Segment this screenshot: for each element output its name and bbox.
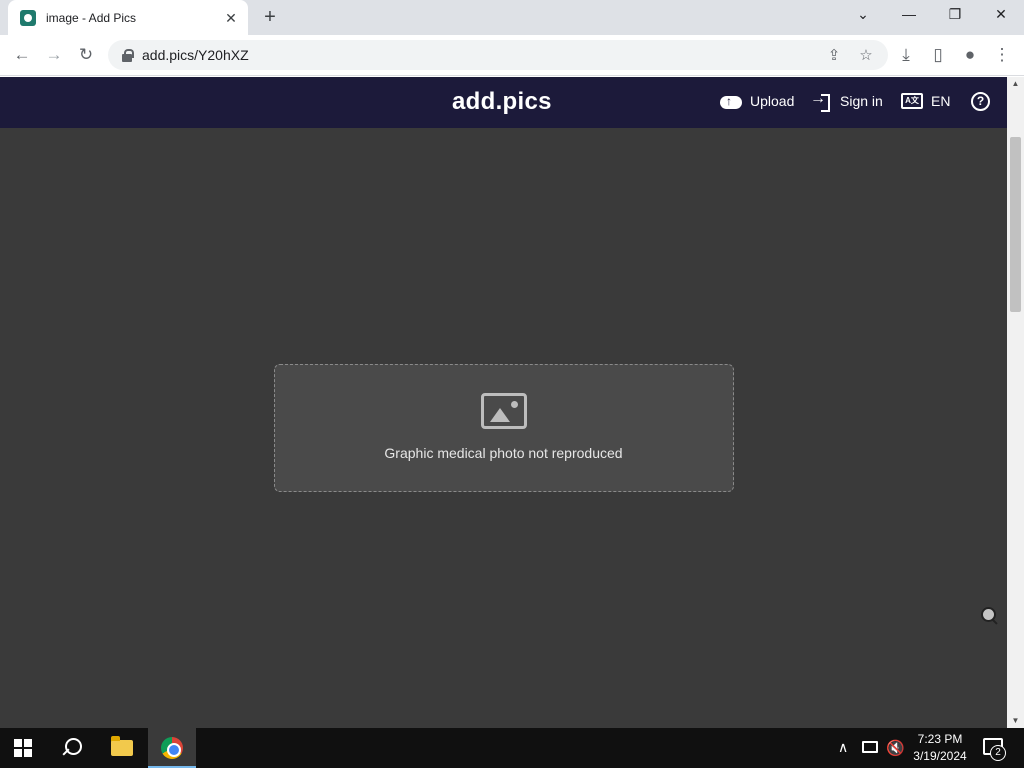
image-viewer: Graphic medical photo not reproduced xyxy=(0,128,1007,728)
profile-avatar-icon[interactable]: ● xyxy=(956,41,984,69)
close-window-button[interactable]: ✕ xyxy=(978,0,1024,30)
volume-muted-icon[interactable]: 🔇 xyxy=(886,739,905,768)
url-text[interactable]: add.pics/Y20hXZ xyxy=(142,47,249,63)
upload-button[interactable]: Upload xyxy=(720,93,794,109)
side-panel-icon[interactable]: ▯ xyxy=(924,41,952,69)
chrome-icon xyxy=(161,737,183,759)
browser-tab[interactable]: image - Add Pics ✕ xyxy=(8,0,248,35)
browser-toolbar: ← → ↻ add.pics/Y20hXZ ⇪ ☆ ⤓ ▯ ● ⋮ xyxy=(0,35,1024,76)
bookmark-star-icon[interactable]: ☆ xyxy=(856,46,876,66)
help-icon[interactable]: ? xyxy=(971,92,990,111)
site-logo[interactable]: add.pics xyxy=(452,88,552,116)
lock-icon[interactable] xyxy=(120,48,134,62)
reload-button[interactable]: ↻ xyxy=(72,41,100,69)
windows-start-icon[interactable] xyxy=(14,739,32,757)
language-selector[interactable]: A文 EN xyxy=(901,93,950,109)
search-icon[interactable] xyxy=(60,737,82,759)
download-icon[interactable]: ⤓ xyxy=(892,41,920,69)
scroll-down-icon[interactable]: ▼ xyxy=(1007,714,1024,728)
site-favicon-icon xyxy=(20,9,36,26)
system-clock[interactable]: 7:23 PM 3/19/2024 xyxy=(905,731,975,765)
chrome-taskbar-button[interactable] xyxy=(148,728,196,768)
tab-strip: image - Add Pics ✕ + ⌄ — ❐ ✕ xyxy=(0,0,1024,35)
scroll-up-icon[interactable]: ▲ xyxy=(1007,77,1024,91)
chrome-menu-icon[interactable]: ⋮ xyxy=(988,41,1016,69)
language-label: EN xyxy=(931,93,951,109)
file-explorer-icon[interactable] xyxy=(111,736,133,756)
site-header: add.pics Upload Sign in A文 EN ? xyxy=(0,77,1007,128)
image-icon xyxy=(480,393,527,429)
signin-icon xyxy=(810,90,832,112)
windows-taskbar: ∧ 🔇 7:23 PM 3/19/2024 2 xyxy=(0,728,1024,768)
placeholder-text: Graphic medical photo not reproduced xyxy=(384,445,623,461)
restore-button[interactable]: ❐ xyxy=(932,0,978,30)
share-icon[interactable]: ⇪ xyxy=(824,46,844,66)
signin-button[interactable]: Sign in xyxy=(810,90,883,112)
address-bar[interactable]: add.pics/Y20hXZ ⇪ ☆ xyxy=(108,40,888,70)
back-button[interactable]: ← xyxy=(8,41,36,69)
tab-close-button[interactable]: ✕ xyxy=(222,9,240,27)
scroll-thumb[interactable] xyxy=(1010,137,1021,312)
tab-title: image - Add Pics xyxy=(46,10,137,25)
network-icon[interactable] xyxy=(862,741,878,753)
minimize-button[interactable]: — xyxy=(886,0,932,30)
tray-overflow-icon[interactable]: ∧ xyxy=(838,739,848,768)
zoom-out-icon[interactable] xyxy=(980,606,1000,626)
signin-label: Sign in xyxy=(840,93,883,109)
clock-time: 7:23 PM xyxy=(917,732,963,746)
cloud-upload-icon xyxy=(720,93,742,109)
upload-label: Upload xyxy=(750,93,795,109)
language-icon: A文 xyxy=(901,93,923,109)
new-tab-button[interactable]: + xyxy=(258,6,282,30)
forward-button[interactable]: → xyxy=(40,41,68,69)
page-scrollbar[interactable]: ▲ ▼ xyxy=(1007,77,1024,728)
notification-count-badge: 2 xyxy=(990,745,1006,761)
tab-search-button[interactable]: ⌄ xyxy=(840,0,886,30)
clock-date: 3/19/2024 xyxy=(913,749,967,763)
photo-placeholder: Graphic medical photo not reproduced xyxy=(273,364,734,492)
